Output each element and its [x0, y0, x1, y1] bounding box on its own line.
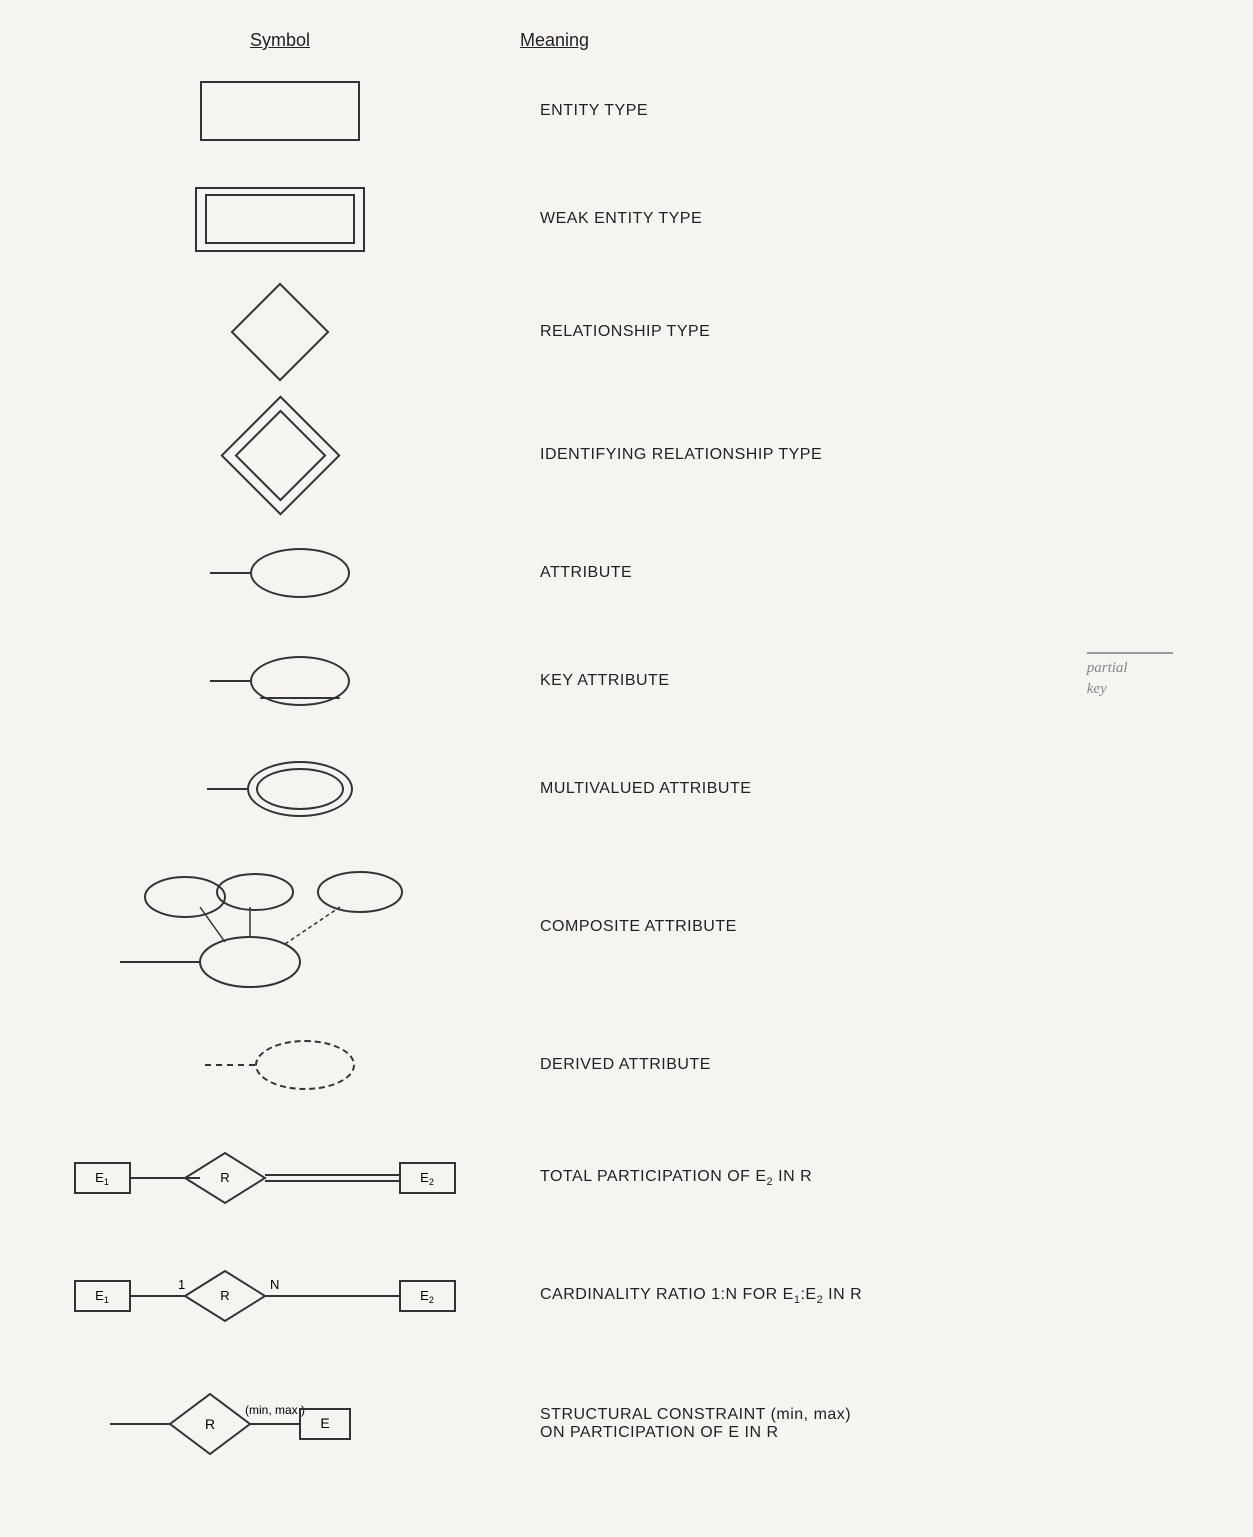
- derived-line: [205, 1064, 255, 1066]
- meaning-derived-attribute: DERIVED ATTRIBUTE: [520, 1056, 1213, 1074]
- key-attribute-container: [210, 656, 350, 706]
- weak-entity-outer-rect: [195, 187, 365, 252]
- key-attribute-ellipse: [250, 656, 350, 706]
- symbol-weak-entity-type: [40, 187, 520, 252]
- multivalued-container: [207, 761, 353, 817]
- symbol-attribute: [40, 548, 520, 598]
- key-attribute-line: [210, 680, 250, 682]
- meaning-cardinality-ratio: CARDINALITY RATIO 1:N FOR E1:E2 IN R: [520, 1286, 1213, 1306]
- symbol-multivalued-attribute: [40, 761, 520, 817]
- row-key-attribute: KEY ATTRIBUTE partial key: [40, 641, 1213, 721]
- composite-attribute-svg: [120, 862, 440, 992]
- symbol-total-participation: E1 R E2: [40, 1143, 520, 1213]
- entity-type-symbol: [200, 81, 360, 141]
- row-attribute: ATTRIBUTE: [40, 533, 1213, 613]
- symbol-cardinality-ratio: E1 1 R N E2: [40, 1261, 520, 1331]
- total-participation-svg: E1 R E2: [70, 1143, 490, 1213]
- multivalued-inner-ellipse: [256, 768, 344, 810]
- attribute-line: [210, 572, 250, 574]
- row-derived-attribute: DERIVED ATTRIBUTE: [40, 1025, 1213, 1105]
- row-composite-attribute: COMPOSITE ATTRIBUTE: [40, 857, 1213, 997]
- identifying-diamond-container: [230, 405, 330, 505]
- svg-text:R: R: [205, 1416, 215, 1432]
- svg-text:R: R: [220, 1288, 229, 1303]
- svg-text:R: R: [220, 1170, 229, 1185]
- svg-text:E1: E1: [95, 1288, 109, 1305]
- relationship-diamond: [231, 283, 330, 382]
- derived-ellipse: [255, 1040, 355, 1090]
- attribute-container: [210, 548, 350, 598]
- identifying-diamond-inner: [234, 409, 326, 501]
- symbol-key-attribute: [40, 656, 520, 706]
- svg-text:(min, max ): (min, max ): [245, 1403, 305, 1417]
- derived-container: [205, 1040, 355, 1090]
- relationship-diamond-container: [235, 287, 325, 377]
- structural-constraint-svg: R (min, max ) E: [90, 1379, 470, 1469]
- row-relationship-type: RELATIONSHIP TYPE: [40, 287, 1213, 377]
- meaning-total-participation: TOTAL PARTICIPATION OF E2 IN R: [520, 1168, 1213, 1188]
- meaning-entity-type: ENTITY TYPE: [520, 102, 1213, 120]
- symbol-structural-constraint: R (min, max ) E: [40, 1379, 520, 1469]
- multivalued-outer-ellipse: [247, 761, 353, 817]
- svg-text:1: 1: [178, 1277, 185, 1292]
- meaning-weak-entity-type: WEAK ENTITY TYPE: [520, 210, 1213, 228]
- svg-text:E2: E2: [420, 1288, 434, 1305]
- handwritten-note: partial key: [1087, 631, 1173, 700]
- svg-text:E1: E1: [95, 1170, 109, 1187]
- cardinality-ratio-svg: E1 1 R N E2: [70, 1261, 490, 1331]
- symbol-composite-attribute: [40, 862, 520, 992]
- svg-text:E2: E2: [420, 1170, 434, 1187]
- row-identifying-relationship-type: IDENTIFYING RELATIONSHIP TYPE: [40, 405, 1213, 505]
- row-cardinality-ratio: E1 1 R N E2 CARDINALITY RATIO 1:N FOR E1…: [40, 1251, 1213, 1341]
- weak-entity-inner-rect: [205, 194, 355, 244]
- row-structural-constraint: R (min, max ) E STRUCTURAL CONSTRAINT (m…: [40, 1369, 1213, 1479]
- multivalued-line: [207, 788, 247, 790]
- svg-text:N: N: [270, 1277, 279, 1292]
- row-multivalued-attribute: MULTIVALUED ATTRIBUTE: [40, 749, 1213, 829]
- meaning-multivalued-attribute: MULTIVALUED ATTRIBUTE: [520, 780, 1213, 798]
- symbol-relationship-type: [40, 287, 520, 377]
- meaning-structural-constraint: STRUCTURAL CONSTRAINT (min, max)ON PARTI…: [520, 1406, 1213, 1442]
- meaning-relationship-type: RELATIONSHIP TYPE: [520, 323, 1213, 341]
- meaning-composite-attribute: COMPOSITE ATTRIBUTE: [520, 918, 1213, 936]
- row-total-participation: E1 R E2 TOTAL PARTICIPATION OF E2 IN R: [40, 1133, 1213, 1223]
- row-weak-entity-type: WEAK ENTITY TYPE: [40, 179, 1213, 259]
- svg-text:E: E: [320, 1415, 329, 1431]
- symbol-header: Symbol: [250, 30, 310, 50]
- symbol-derived-attribute: [40, 1040, 520, 1090]
- symbol-identifying-relationship: [40, 405, 520, 505]
- row-entity-type: ENTITY TYPE: [40, 71, 1213, 151]
- meaning-attribute: ATTRIBUTE: [520, 564, 1213, 582]
- meaning-identifying-relationship-type: IDENTIFYING RELATIONSHIP TYPE: [520, 446, 1213, 464]
- meaning-header: Meaning: [520, 30, 589, 50]
- symbol-entity-type: [40, 81, 520, 141]
- attribute-ellipse: [250, 548, 350, 598]
